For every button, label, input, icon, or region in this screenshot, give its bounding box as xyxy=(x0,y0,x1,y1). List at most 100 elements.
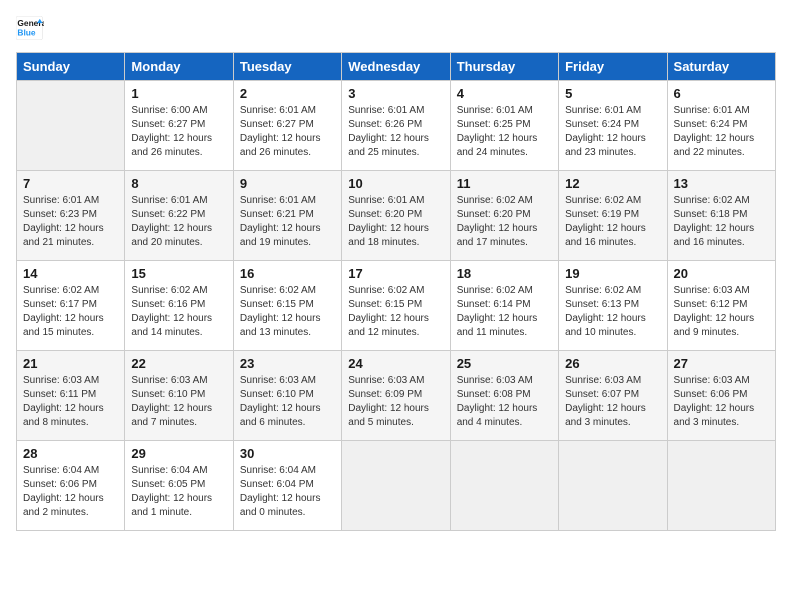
day-info: Sunrise: 6:01 AMSunset: 6:26 PMDaylight:… xyxy=(348,104,443,160)
day-number: 8 xyxy=(131,176,226,191)
calendar-cell: 27 Sunrise: 6:03 AMSunset: 6:06 PMDayligh… xyxy=(667,351,775,441)
day-number: 20 xyxy=(674,266,769,281)
day-info: Sunrise: 6:03 AMSunset: 6:12 PMDaylight:… xyxy=(674,284,769,340)
calendar-cell: 6 Sunrise: 6:01 AMSunset: 6:24 PMDaylight… xyxy=(667,81,775,171)
calendar-cell: 2 Sunrise: 6:01 AMSunset: 6:27 PMDaylight… xyxy=(233,81,341,171)
weekday-header: Friday xyxy=(559,53,667,81)
weekday-header: Thursday xyxy=(450,53,558,81)
day-info: Sunrise: 6:04 AMSunset: 6:06 PMDaylight:… xyxy=(23,464,118,520)
day-number: 15 xyxy=(131,266,226,281)
day-number: 2 xyxy=(240,86,335,101)
calendar-cell xyxy=(17,81,125,171)
day-info: Sunrise: 6:01 AMSunset: 6:20 PMDaylight:… xyxy=(348,194,443,250)
day-number: 24 xyxy=(348,356,443,371)
calendar-cell: 17 Sunrise: 6:02 AMSunset: 6:15 PMDayligh… xyxy=(342,261,450,351)
day-info: Sunrise: 6:02 AMSunset: 6:18 PMDaylight:… xyxy=(674,194,769,250)
day-info: Sunrise: 6:03 AMSunset: 6:08 PMDaylight:… xyxy=(457,374,552,430)
day-info: Sunrise: 6:03 AMSunset: 6:07 PMDaylight:… xyxy=(565,374,660,430)
logo: General Blue xyxy=(16,16,48,40)
day-number: 26 xyxy=(565,356,660,371)
day-info: Sunrise: 6:02 AMSunset: 6:16 PMDaylight:… xyxy=(131,284,226,340)
calendar-cell: 4 Sunrise: 6:01 AMSunset: 6:25 PMDaylight… xyxy=(450,81,558,171)
calendar-cell: 23 Sunrise: 6:03 AMSunset: 6:10 PMDayligh… xyxy=(233,351,341,441)
day-info: Sunrise: 6:04 AMSunset: 6:04 PMDaylight:… xyxy=(240,464,335,520)
day-number: 14 xyxy=(23,266,118,281)
day-info: Sunrise: 6:01 AMSunset: 6:25 PMDaylight:… xyxy=(457,104,552,160)
day-number: 7 xyxy=(23,176,118,191)
weekday-header: Wednesday xyxy=(342,53,450,81)
calendar-cell: 22Sunrise: 6:03 AMSunset: 6:10 PMDayligh… xyxy=(125,351,233,441)
day-number: 30 xyxy=(240,446,335,461)
day-info: Sunrise: 6:01 AMSunset: 6:22 PMDaylight:… xyxy=(131,194,226,250)
calendar-cell: 28 Sunrise: 6:04 AMSunset: 6:06 PMDayligh… xyxy=(17,441,125,531)
day-info: Sunrise: 6:02 AMSunset: 6:13 PMDaylight:… xyxy=(565,284,660,340)
day-info: Sunrise: 6:02 AMSunset: 6:20 PMDaylight:… xyxy=(457,194,552,250)
day-number: 25 xyxy=(457,356,552,371)
calendar-cell: 21Sunrise: 6:03 AMSunset: 6:11 PMDayligh… xyxy=(17,351,125,441)
calendar-cell: 26 Sunrise: 6:03 AMSunset: 6:07 PMDayligh… xyxy=(559,351,667,441)
calendar-cell: 10 Sunrise: 6:01 AMSunset: 6:20 PMDayligh… xyxy=(342,171,450,261)
calendar-cell: 11 Sunrise: 6:02 AMSunset: 6:20 PMDayligh… xyxy=(450,171,558,261)
day-info: Sunrise: 6:02 AMSunset: 6:19 PMDaylight:… xyxy=(565,194,660,250)
day-info: Sunrise: 6:03 AMSunset: 6:11 PMDaylight:… xyxy=(23,374,118,430)
day-number: 18 xyxy=(457,266,552,281)
calendar-cell xyxy=(559,441,667,531)
page-header: General Blue xyxy=(16,16,776,40)
day-info: Sunrise: 6:01 AMSunset: 6:24 PMDaylight:… xyxy=(674,104,769,160)
day-info: Sunrise: 6:02 AMSunset: 6:14 PMDaylight:… xyxy=(457,284,552,340)
day-info: Sunrise: 6:02 AMSunset: 6:15 PMDaylight:… xyxy=(348,284,443,340)
calendar-cell xyxy=(342,441,450,531)
calendar-cell: 13 Sunrise: 6:02 AMSunset: 6:18 PMDayligh… xyxy=(667,171,775,261)
day-info: Sunrise: 6:03 AMSunset: 6:06 PMDaylight:… xyxy=(674,374,769,430)
day-info: Sunrise: 6:01 AMSunset: 6:23 PMDaylight:… xyxy=(23,194,118,250)
day-info: Sunrise: 6:01 AMSunset: 6:27 PMDaylight:… xyxy=(240,104,335,160)
weekday-header: Tuesday xyxy=(233,53,341,81)
calendar-cell xyxy=(667,441,775,531)
calendar-cell: 14 Sunrise: 6:02 AMSunset: 6:17 PMDayligh… xyxy=(17,261,125,351)
calendar-cell: 1 Sunrise: 6:00 AMSunset: 6:27 PMDaylight… xyxy=(125,81,233,171)
day-info: Sunrise: 6:03 AMSunset: 6:10 PMDaylight:… xyxy=(240,374,335,430)
calendar-cell: 16 Sunrise: 6:02 AMSunset: 6:15 PMDayligh… xyxy=(233,261,341,351)
svg-text:Blue: Blue xyxy=(17,28,35,38)
day-number: 29 xyxy=(131,446,226,461)
day-number: 6 xyxy=(674,86,769,101)
calendar-cell: 7 Sunrise: 6:01 AMSunset: 6:23 PMDaylight… xyxy=(17,171,125,261)
calendar-cell: 15 Sunrise: 6:02 AMSunset: 6:16 PMDayligh… xyxy=(125,261,233,351)
day-number: 23 xyxy=(240,356,335,371)
day-number: 16 xyxy=(240,266,335,281)
day-number: 19 xyxy=(565,266,660,281)
weekday-header: Monday xyxy=(125,53,233,81)
day-info: Sunrise: 6:01 AMSunset: 6:24 PMDaylight:… xyxy=(565,104,660,160)
day-number: 17 xyxy=(348,266,443,281)
weekday-header: Saturday xyxy=(667,53,775,81)
day-number: 5 xyxy=(565,86,660,101)
day-number: 4 xyxy=(457,86,552,101)
calendar-cell: 24 Sunrise: 6:03 AMSunset: 6:09 PMDayligh… xyxy=(342,351,450,441)
day-info: Sunrise: 6:02 AMSunset: 6:15 PMDaylight:… xyxy=(240,284,335,340)
calendar-cell: 8 Sunrise: 6:01 AMSunset: 6:22 PMDaylight… xyxy=(125,171,233,261)
day-number: 3 xyxy=(348,86,443,101)
day-number: 27 xyxy=(674,356,769,371)
day-info: Sunrise: 6:00 AMSunset: 6:27 PMDaylight:… xyxy=(131,104,226,160)
day-number: 10 xyxy=(348,176,443,191)
calendar-cell: 18 Sunrise: 6:02 AMSunset: 6:14 PMDayligh… xyxy=(450,261,558,351)
calendar-cell xyxy=(450,441,558,531)
day-info: Sunrise: 6:04 AMSunset: 6:05 PMDaylight:… xyxy=(131,464,226,520)
weekday-header: Sunday xyxy=(17,53,125,81)
day-number: 9 xyxy=(240,176,335,191)
day-number: 12 xyxy=(565,176,660,191)
day-info: Sunrise: 6:02 AMSunset: 6:17 PMDaylight:… xyxy=(23,284,118,340)
day-number: 13 xyxy=(674,176,769,191)
calendar-cell: 30 Sunrise: 6:04 AMSunset: 6:04 PMDayligh… xyxy=(233,441,341,531)
day-info: Sunrise: 6:01 AMSunset: 6:21 PMDaylight:… xyxy=(240,194,335,250)
logo-icon: General Blue xyxy=(16,16,44,40)
calendar-cell: 29 Sunrise: 6:04 AMSunset: 6:05 PMDayligh… xyxy=(125,441,233,531)
day-number: 28 xyxy=(23,446,118,461)
calendar-cell: 3 Sunrise: 6:01 AMSunset: 6:26 PMDaylight… xyxy=(342,81,450,171)
calendar-cell: 25 Sunrise: 6:03 AMSunset: 6:08 PMDayligh… xyxy=(450,351,558,441)
day-number: 11 xyxy=(457,176,552,191)
day-info: Sunrise: 6:03 AMSunset: 6:09 PMDaylight:… xyxy=(348,374,443,430)
calendar-cell: 9 Sunrise: 6:01 AMSunset: 6:21 PMDaylight… xyxy=(233,171,341,261)
calendar-cell: 19 Sunrise: 6:02 AMSunset: 6:13 PMDayligh… xyxy=(559,261,667,351)
day-number: 1 xyxy=(131,86,226,101)
